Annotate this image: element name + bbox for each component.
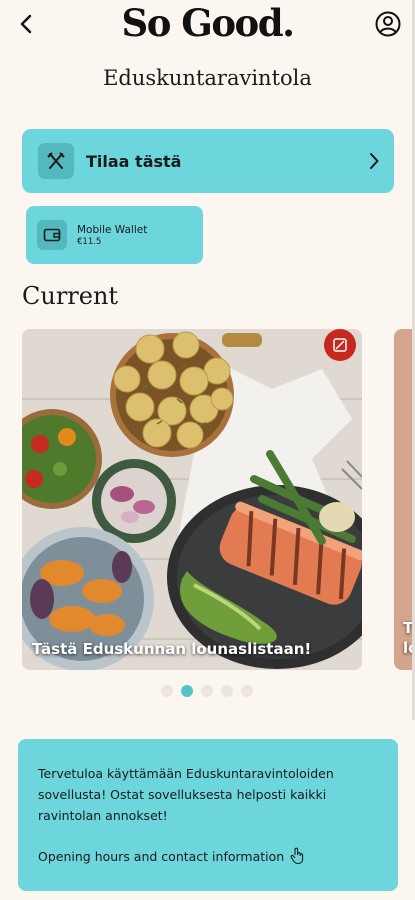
wallet-text: Mobile Wallet €11.5 [77, 224, 147, 247]
wallet-icon [43, 228, 61, 242]
news-carousel[interactable]: Tästä Eduskunnan lounaslistaan! T lo [22, 329, 415, 670]
wallet-title: Mobile Wallet [77, 223, 148, 236]
chevron-right-icon [370, 153, 379, 169]
app-logo: So Good. [121, 1, 296, 45]
order-here-button[interactable]: Tilaa tästä [22, 129, 394, 193]
wallet-icon-box [37, 220, 67, 250]
wallet-balance: €11.5 [77, 236, 102, 247]
restaurant-title: Eduskuntaravintola [103, 66, 312, 90]
profile-button[interactable] [375, 11, 401, 37]
current-section-title: Current [22, 282, 119, 310]
carousel-dot[interactable] [221, 685, 233, 697]
carousel-slide[interactable]: Tästä Eduskunnan lounaslistaan! [22, 329, 362, 670]
order-label: Tilaa tästä [86, 151, 182, 171]
carousel-dot[interactable] [161, 685, 173, 697]
slide-caption: Tästä Eduskunnan lounaslistaan! [32, 640, 312, 658]
mobile-wallet-button[interactable]: Mobile Wallet €11.5 [26, 206, 203, 264]
hand-pointer-icon [290, 847, 304, 865]
carousel-pagination [161, 685, 253, 697]
opening-hours-link[interactable]: Opening hours and contact information [38, 847, 378, 865]
carousel-dot[interactable] [241, 685, 253, 697]
app-header: So Good. [0, 0, 415, 50]
food-photo [22, 329, 362, 670]
carousel-dot[interactable] [201, 685, 213, 697]
utensils-icon [47, 152, 65, 169]
opening-hours-link-label: Opening hours and contact information [38, 848, 285, 864]
welcome-text: Tervetuloa käyttämään Eduskuntaravintolo… [38, 766, 334, 823]
order-icon-box [38, 143, 74, 179]
welcome-info-card: Tervetuloa käyttämään Eduskuntaravintolo… [18, 739, 398, 891]
user-circle-icon [375, 11, 401, 37]
carousel-dot-active[interactable] [181, 685, 193, 697]
